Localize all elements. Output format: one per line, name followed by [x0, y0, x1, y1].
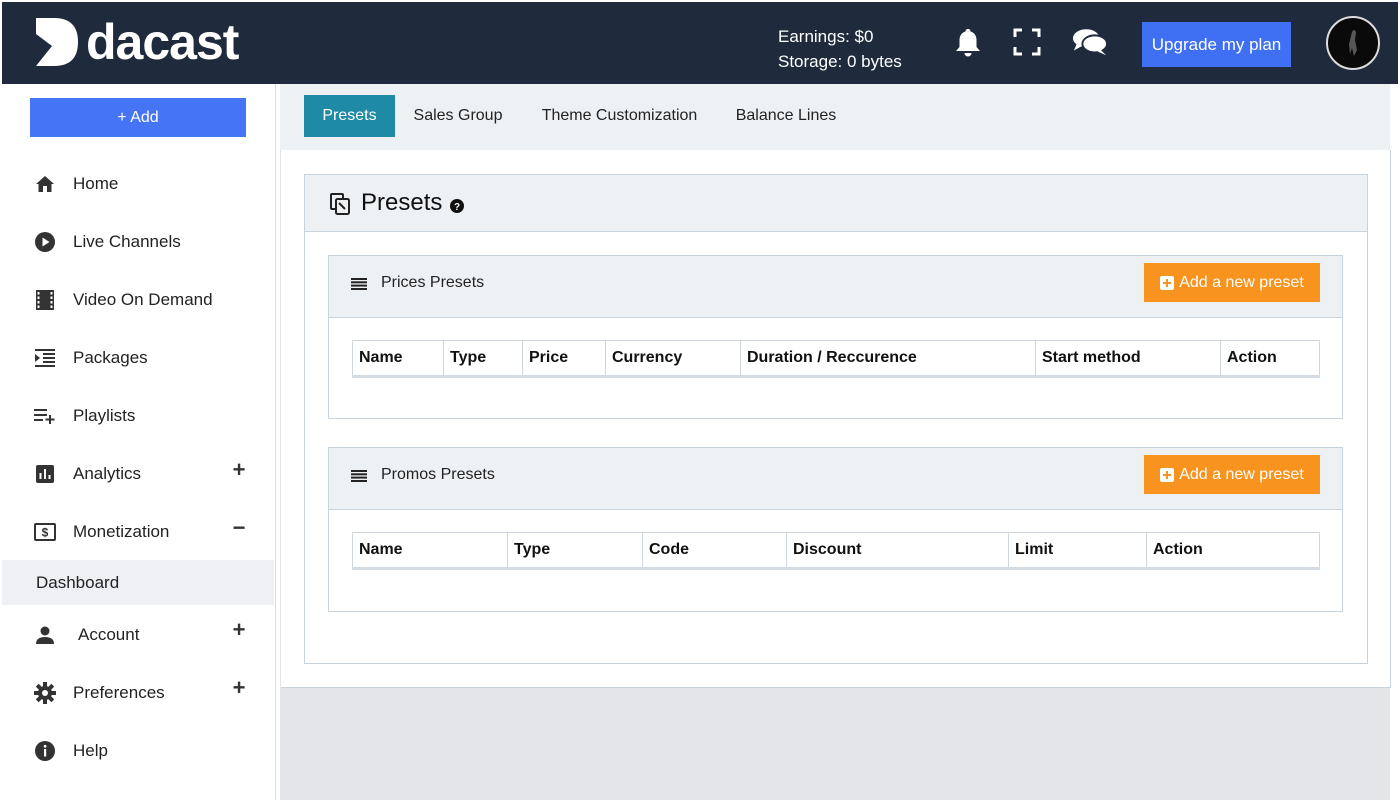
home-icon	[34, 173, 56, 195]
tab-presets[interactable]: Presets	[304, 95, 395, 137]
earnings-text: Earnings: $0	[778, 27, 874, 46]
main-content: Presets Sales Group Theme Customization …	[280, 84, 1391, 800]
fullscreen-icon[interactable]	[1009, 24, 1045, 60]
column-header[interactable]: Type	[443, 340, 523, 378]
sidebar-item-analytics[interactable]: Analytics +	[0, 452, 274, 496]
list-icon	[351, 277, 367, 295]
sidebar: + Add Home Live Channels Video On Demand	[0, 84, 276, 800]
add-promo-preset-label: Add a new preset	[1179, 465, 1304, 483]
person-icon	[34, 624, 56, 646]
bell-icon[interactable]	[950, 24, 986, 60]
sidebar-item-packages[interactable]: Packages	[0, 336, 274, 380]
list-icon	[351, 469, 367, 487]
sidebar-item-live-channels[interactable]: Live Channels	[0, 220, 274, 264]
sidebar-item-account[interactable]: Account +	[0, 613, 274, 657]
copy-icon	[327, 191, 353, 222]
column-header[interactable]: Duration / Reccurence	[740, 340, 1036, 378]
sidebar-item-label: Account	[78, 625, 140, 644]
prices-presets-title: Prices Presets	[381, 274, 485, 291]
sidebar-item-label: Packages	[73, 348, 148, 367]
column-header[interactable]: Currency	[605, 340, 741, 378]
expand-preferences-toggle[interactable]: +	[230, 675, 248, 701]
add-promo-preset-button[interactable]: Add a new preset	[1144, 455, 1320, 494]
sidebar-item-label: Monetization	[73, 522, 170, 541]
help-icon[interactable]: ?	[450, 199, 464, 218]
presets-card-header: Presets ?	[305, 175, 1367, 232]
expand-analytics-toggle[interactable]: +	[230, 457, 248, 483]
sidebar-item-label: Help	[73, 741, 108, 760]
dacast-logo-icon	[36, 18, 78, 66]
prices-presets-section: Prices Presets Add a new preset Name Typ…	[328, 255, 1343, 419]
table-header-row: Name Type Code Discount Limit Action	[352, 532, 1320, 570]
storage-text: Storage: 0 bytes	[778, 52, 902, 71]
column-header[interactable]: Name	[352, 532, 508, 570]
svg-text:$: $	[42, 526, 49, 540]
sidebar-item-monetization[interactable]: $ Monetization −	[0, 510, 274, 554]
expand-account-toggle[interactable]: +	[230, 617, 248, 643]
sidebar-item-label: Preferences	[73, 683, 165, 702]
chat-icon[interactable]	[1072, 24, 1108, 60]
info-icon	[34, 740, 56, 762]
playlist-add-icon	[34, 405, 56, 427]
dollar-icon: $	[34, 521, 56, 543]
sidebar-item-playlists[interactable]: Playlists	[0, 394, 274, 438]
column-header[interactable]: Price	[522, 340, 606, 378]
column-header[interactable]: Type	[507, 532, 643, 570]
column-header[interactable]: Action	[1220, 340, 1320, 378]
column-header[interactable]: Limit	[1008, 532, 1147, 570]
sidebar-item-home[interactable]: Home	[0, 162, 274, 206]
sidebar-item-preferences[interactable]: Preferences +	[0, 671, 274, 715]
column-header[interactable]: Discount	[786, 532, 1009, 570]
column-header[interactable]: Action	[1146, 532, 1320, 570]
svg-text:?: ?	[454, 202, 460, 213]
sidebar-item-video-on-demand[interactable]: Video On Demand	[0, 278, 274, 322]
play-circle-icon	[34, 231, 56, 253]
gear-icon	[34, 682, 56, 704]
table-header-row: Name Type Price Currency Duration / Recc…	[352, 340, 1320, 378]
sidebar-item-label: Live Channels	[73, 232, 181, 251]
presets-card: Presets ? Prices Presets Add a new prese…	[304, 174, 1368, 664]
promos-presets-section: Promos Presets Add a new preset Name Typ…	[328, 447, 1343, 612]
sidebar-item-label: Playlists	[73, 406, 136, 425]
packages-icon	[34, 347, 56, 369]
sidebar-item-help[interactable]: Help	[0, 729, 274, 773]
tab-sales-group[interactable]: Sales Group	[402, 95, 514, 137]
collapse-monetization-toggle[interactable]: −	[230, 515, 248, 541]
promos-presets-header: Promos Presets Add a new preset	[329, 448, 1342, 510]
add-button[interactable]: + Add	[30, 98, 246, 137]
add-price-preset-label: Add a new preset	[1179, 273, 1304, 291]
sidebar-subitem-label: Dashboard	[36, 572, 120, 592]
column-header[interactable]: Code	[642, 532, 787, 570]
tab-theme-customization[interactable]: Theme Customization	[532, 95, 707, 137]
promos-presets-title: Promos Presets	[381, 466, 495, 483]
dacast-logo[interactable]: dacast	[32, 14, 239, 70]
account-stats: Earnings: $0 Storage: 0 bytes	[778, 24, 902, 74]
prices-presets-header: Prices Presets Add a new preset	[329, 256, 1342, 318]
page-title: Presets	[361, 189, 443, 216]
prices-table: Name Type Price Currency Duration / Recc…	[352, 340, 1320, 378]
column-header[interactable]: Start method	[1035, 340, 1221, 378]
presets-panel: Presets ? Prices Presets Add a new prese…	[281, 150, 1391, 688]
upgrade-plan-button[interactable]: Upgrade my plan	[1142, 22, 1291, 67]
plus-square-icon	[1160, 275, 1175, 290]
column-header[interactable]: Name	[352, 340, 444, 378]
tab-balance-lines[interactable]: Balance Lines	[726, 95, 846, 137]
sidebar-item-label: Analytics	[73, 464, 142, 483]
tab-bar: Presets Sales Group Theme Customization …	[280, 84, 1390, 150]
brand-name: dacast	[86, 14, 239, 70]
film-icon	[34, 289, 56, 311]
plus-square-icon	[1160, 467, 1175, 482]
sidebar-item-label: Home	[73, 174, 119, 193]
add-price-preset-button[interactable]: Add a new preset	[1144, 263, 1320, 302]
top-bar: dacast Earnings: $0 Storage: 0 bytes Upg…	[2, 2, 1398, 84]
avatar[interactable]	[1326, 16, 1380, 70]
sidebar-item-label: Video On Demand	[73, 290, 213, 309]
sidebar-subitem-dashboard[interactable]: Dashboard	[2, 560, 274, 605]
bar-chart-icon	[34, 463, 56, 485]
promos-table: Name Type Code Discount Limit Action	[352, 532, 1320, 570]
